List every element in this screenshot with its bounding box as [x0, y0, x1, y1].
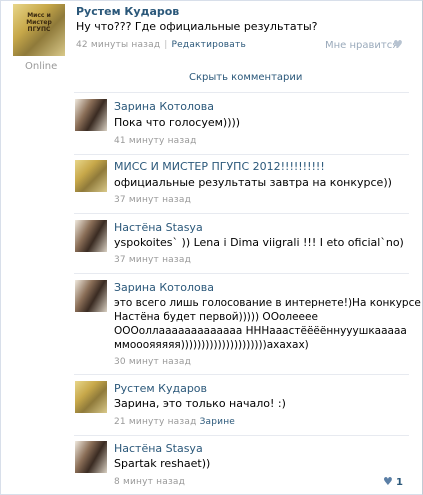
comment-time[interactable]: 21 минуту назад [114, 417, 197, 427]
comment-avatar[interactable] [75, 99, 107, 131]
heart-icon[interactable]: ♥ [383, 475, 393, 488]
divider [74, 374, 409, 375]
reply-to-link[interactable]: Зарине [200, 417, 235, 427]
comment-author[interactable]: Зарина Котолова [114, 100, 214, 113]
comment-meta: 21 минуту назад Зарине [114, 417, 235, 427]
divider [74, 213, 409, 214]
comment-time[interactable]: 8 минут назад [114, 477, 185, 487]
comment-avatar[interactable] [75, 160, 107, 192]
like-button[interactable]: Мне нравится [325, 40, 398, 51]
like-count[interactable]: 1 [396, 477, 403, 488]
hide-comments-link[interactable]: Скрыть комментарии [189, 72, 302, 83]
comment-time[interactable]: 37 минут назад [114, 255, 191, 265]
comment-avatar[interactable] [75, 441, 107, 473]
post-meta: 42 минуты назад | Редактировать [76, 40, 246, 50]
post-author-name[interactable]: Рустем Кударов [76, 5, 179, 18]
comment-text: Зарина, это только начало! :) [114, 397, 286, 410]
divider [74, 154, 409, 155]
heart-icon[interactable]: ♥ [393, 38, 403, 51]
comment-avatar[interactable] [75, 381, 107, 413]
online-status: Online [25, 61, 58, 72]
comment-text: это всего лишь голосование в интернете!)… [114, 297, 421, 351]
divider [74, 435, 409, 436]
comment-author[interactable]: МИСС И МИСТЕР ПГУПС 2012!!!!!!!!!! [114, 160, 325, 173]
comment-text: yspokoites` )) Lena i Dima viigrali !!! … [114, 236, 404, 249]
comment-author[interactable]: Настёна Stasya [114, 221, 203, 234]
comment-time[interactable]: 37 минут назад [114, 195, 191, 205]
avatar-caption: Мисс и Мистер ПГУПС [26, 12, 52, 33]
comment-text: Spartak reshaet)) [114, 457, 211, 470]
divider [74, 273, 409, 274]
comment-author[interactable]: Рустем Кударов [114, 382, 207, 395]
comment-avatar[interactable] [75, 220, 107, 252]
comment-author[interactable]: Настёна Stasya [114, 442, 203, 455]
divider [74, 92, 409, 93]
post-author-avatar[interactable]: Мисс и Мистер ПГУПС [13, 4, 65, 56]
edit-link[interactable]: Редактировать [172, 40, 246, 50]
comment-time[interactable]: 30 минут назад [114, 357, 191, 367]
comment-time[interactable]: 41 минуту назад [114, 136, 197, 146]
comment-text: Пока что голосуем)))) [114, 116, 241, 129]
post-time[interactable]: 42 минуты назад [76, 40, 160, 50]
post-text: Ну что??? Где официальные результаты? [76, 20, 318, 33]
comment-avatar[interactable] [75, 280, 107, 312]
comment-text: официальные результаты завтра на конкурс… [114, 176, 392, 189]
comment-author[interactable]: Зарина Котолова [114, 281, 214, 294]
